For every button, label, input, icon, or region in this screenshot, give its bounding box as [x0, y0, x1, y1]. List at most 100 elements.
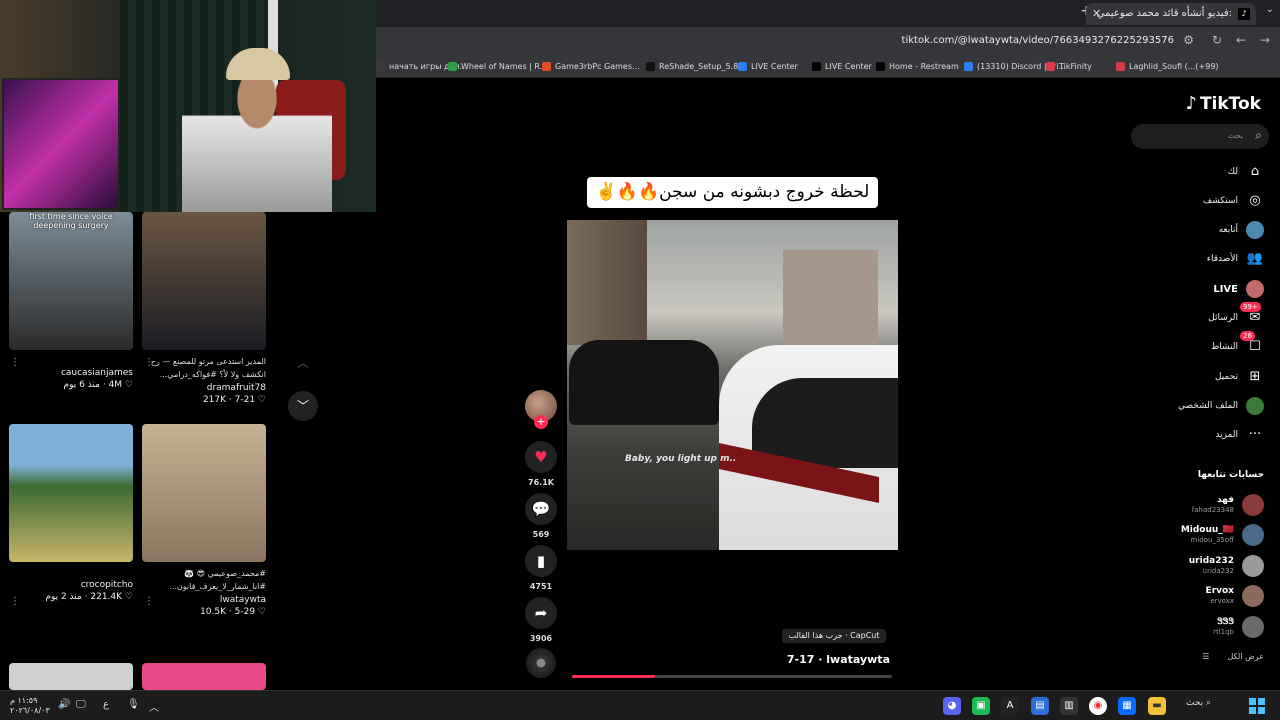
back-icon[interactable]: ←	[1236, 33, 1246, 47]
sidebar-item-profile[interactable]: الملف الشخصي ♟	[1124, 396, 1264, 416]
avatar[interactable]	[1242, 494, 1264, 516]
sidebar-item-live[interactable]: LIVE ●	[1124, 279, 1264, 299]
tab-search-chevron-icon[interactable]: ⌄	[1266, 4, 1274, 15]
avatar[interactable]	[1242, 585, 1264, 607]
bookmark-item[interactable]: Game3rbPc Games...	[542, 62, 640, 71]
app-a-icon[interactable]: A	[1001, 697, 1019, 715]
chrome-icon[interactable]: ◉	[1089, 697, 1107, 715]
tray-chevron-icon[interactable]: ︿	[149, 699, 159, 714]
bookmark-item[interactable]: Wheel of Names | R...	[448, 62, 547, 71]
video-author[interactable]: lwataywta	[826, 653, 890, 666]
heart-icon[interactable]: ♥	[525, 441, 557, 473]
follow-plus-icon[interactable]: +	[534, 415, 548, 429]
card-author[interactable]: dramafruit78	[142, 383, 266, 393]
following-account[interactable]: Ervox ervoxx	[1124, 584, 1264, 608]
input-language[interactable]: ع	[103, 699, 109, 710]
feed-card[interactable]: #محمد_صوعيمي 😎 🐼 #انا_شمار_لا_يعرف_قانون…	[142, 424, 266, 617]
video-author-line[interactable]: 7-17 · lwataywta	[787, 653, 890, 666]
bookmark-item[interactable]: Home - Restream	[876, 62, 959, 71]
volume-icon[interactable]: 🔊	[58, 699, 70, 710]
card-author[interactable]: crocopitcho	[9, 580, 133, 590]
account-text: urida232 urida232	[1189, 556, 1234, 576]
like-action[interactable]: ♥ 76.1K	[525, 441, 557, 487]
see-all-link[interactable]: عرض الكل ☰	[1202, 652, 1264, 661]
video-progress-bar[interactable]	[572, 675, 892, 678]
sidebar-item-activity[interactable]: النشاط ☐ 26	[1124, 331, 1264, 357]
following-account[interactable]: urida232 urida232	[1124, 554, 1264, 578]
feed-card[interactable]: المدير استدعى مرتو للمصنع — رح انكشف ولا…	[142, 212, 266, 405]
sidebar-item-explore[interactable]: استكشف ◎	[1124, 191, 1264, 211]
bookmark-item[interactable]: LIVE Center	[812, 62, 872, 71]
sidebar-item-label: الرسائل	[1208, 313, 1238, 323]
save-action[interactable]: ▮ 4751	[525, 545, 557, 591]
forward-icon[interactable]: →	[1260, 33, 1270, 47]
bookmark-icon[interactable]: ▮	[525, 545, 557, 577]
app-green-icon[interactable]: ▣	[972, 697, 990, 715]
bookmark-item[interactable]: TikFinity	[1046, 62, 1092, 71]
taskbar-clock[interactable]: ١١:٥٩ م ٢٠٢٦/٠٨/٠٣	[10, 696, 50, 716]
active-tab[interactable]: ✕ فيديو أنشأه قائد محمد صوعيمي: ♪	[1086, 3, 1256, 25]
card-author[interactable]: lwataywta	[142, 595, 266, 605]
previous-video-button[interactable]: ︿	[288, 348, 318, 378]
sidebar-item-following[interactable]: أتابعه ●	[1124, 220, 1264, 240]
feed-card[interactable]: first time since voice deepening surgery…	[9, 212, 133, 390]
share-icon[interactable]: ➦	[525, 597, 557, 629]
discord-icon[interactable]: ◕	[943, 697, 961, 715]
card-thumbnail[interactable]: first time since voice deepening surgery	[9, 212, 133, 350]
site-settings-icon[interactable]: ⚙	[1183, 33, 1194, 47]
music-disc-icon[interactable]	[526, 648, 556, 678]
feed-card[interactable]	[142, 663, 266, 690]
url-field[interactable]: tiktok.com/@lwataywta/video/766349327622…	[902, 35, 1174, 46]
bookmark-item[interactable]: ReShade_Setup_5.8.0	[646, 62, 746, 71]
avatar[interactable]	[1242, 524, 1264, 546]
app-blue-icon[interactable]: ▤	[1031, 697, 1049, 715]
card-author[interactable]: caucasianjames	[9, 368, 133, 378]
taskbar: ١١:٥٩ م ٢٠٢٦/٠٨/٠٣ 🔊 🖵 ع 🎙 ︿ ◕ ▣ A ▤ ▥ ◉…	[0, 690, 1280, 720]
taskbar-search[interactable]: ⌕ بحث	[1186, 698, 1211, 708]
sidebar-item-for-you[interactable]: لك ⌂	[1124, 162, 1264, 182]
folder-icon[interactable]: ▬	[1148, 697, 1166, 715]
card-thumbnail[interactable]	[142, 212, 266, 350]
card-thumbnail[interactable]	[9, 663, 133, 690]
more-options-icon[interactable]: ⋮	[144, 357, 154, 368]
more-options-icon[interactable]: ⋮	[144, 596, 154, 607]
sidebar-item-messages[interactable]: الرسائل ✉ 99+	[1124, 302, 1264, 328]
feed-card[interactable]	[9, 663, 133, 690]
webcam-overlay	[0, 0, 376, 212]
bookmark-favicon-icon	[876, 62, 885, 71]
tiktok-logo[interactable]: ♪ TikTok	[1185, 93, 1264, 114]
card-thumbnail[interactable]	[142, 424, 266, 562]
bookmark-item[interactable]: Laghlid_Soufi (...(+99)	[1116, 62, 1219, 71]
profile-icon: ♟	[1246, 397, 1264, 415]
network-icon[interactable]: 🖵	[76, 699, 86, 710]
close-tab-icon[interactable]: ✕	[1092, 3, 1101, 25]
sidebar-item-friends[interactable]: الأصدقاء 👥	[1124, 249, 1264, 269]
following-account[interactable]: ᏕᏕᏕ rtl1qb	[1124, 615, 1264, 639]
following-account[interactable]: Midouu_🇲🇦 midou_35off	[1124, 523, 1264, 547]
next-video-button[interactable]: ﹀	[288, 391, 318, 421]
share-action[interactable]: ➦ 3906	[525, 597, 557, 643]
avatar[interactable]	[1242, 555, 1264, 577]
card-thumbnail[interactable]	[142, 663, 266, 690]
bookmark-item[interactable]: LIVE Center	[738, 62, 798, 71]
feed-card[interactable]: crocopitcho ♡ 221.4K · منذ 2 يوم	[9, 424, 133, 602]
following-account[interactable]: فهد fahad23348	[1124, 493, 1264, 517]
search-input[interactable]: بحث ⌕	[1131, 124, 1269, 149]
comment-icon[interactable]: 💬	[525, 493, 557, 525]
reload-icon[interactable]: ↻	[1212, 33, 1222, 47]
more-options-icon[interactable]: ⋮	[10, 357, 20, 368]
search-icon[interactable]: ⌕	[1255, 128, 1262, 143]
capcut-template-link[interactable]: CapCut · جرب هذا القالب	[782, 629, 886, 643]
windows-start-icon[interactable]	[1249, 698, 1265, 714]
comment-count: 569	[532, 530, 550, 539]
sidebar-item-upload[interactable]: تحميل ⊞	[1124, 367, 1264, 387]
sidebar-item-more[interactable]: المزيد ···	[1124, 425, 1264, 445]
video-player[interactable]: Baby, you light up m..	[567, 220, 898, 550]
comment-action[interactable]: 💬 569	[525, 493, 557, 539]
app-grey-icon[interactable]: ▥	[1060, 697, 1078, 715]
card-thumbnail[interactable]	[9, 424, 133, 562]
avatar[interactable]	[1242, 616, 1264, 638]
more-options-icon[interactable]: ⋮	[10, 596, 20, 607]
microphone-icon[interactable]: 🎙	[127, 699, 140, 710]
store-icon[interactable]: ▦	[1118, 697, 1136, 715]
